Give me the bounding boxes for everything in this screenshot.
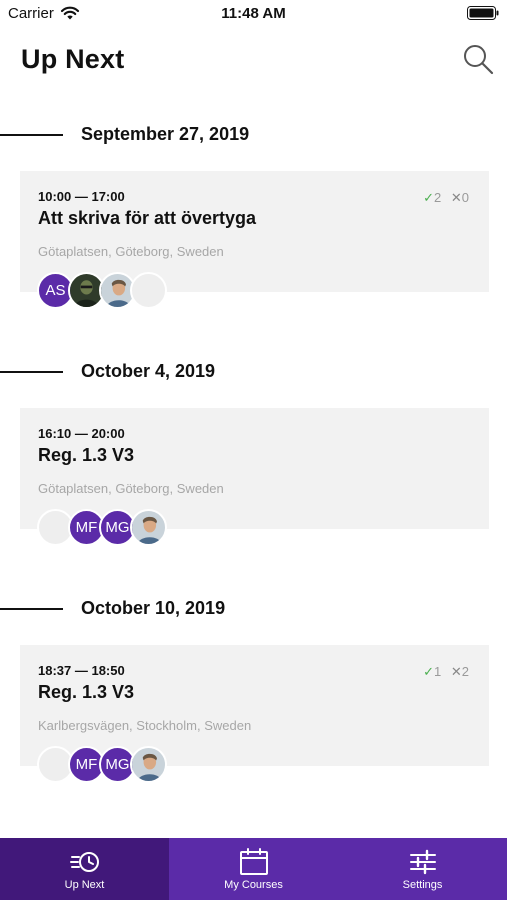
date-divider — [0, 134, 63, 136]
accepted-count: 2 — [434, 190, 442, 205]
declined-count: 0 — [461, 190, 469, 205]
tab-label: Settings — [402, 879, 443, 891]
declined-x-icon: ✕ — [450, 190, 462, 205]
person-photo-light — [132, 748, 165, 781]
status-time: 11:48 AM — [221, 5, 286, 22]
event-time: 16:10 — 20:00 — [38, 426, 125, 441]
date-header: October 10, 2019 — [0, 594, 507, 624]
sliders-icon — [409, 849, 436, 875]
date-label: October 4, 2019 — [81, 361, 216, 381]
date-header: September 27, 2019 — [0, 120, 507, 150]
history-icon — [69, 852, 99, 872]
avatar-placeholder — [130, 272, 167, 309]
declined-count: 2 — [461, 664, 469, 679]
date-header: October 4, 2019 — [0, 357, 507, 387]
person-photo-light — [132, 511, 165, 544]
event-time: 10:00 — 17:00 — [38, 189, 125, 204]
tab-label: Up Next — [64, 879, 105, 891]
event-location: Götaplatsen, Göteborg, Sweden — [38, 481, 224, 496]
event-title: Att skriva för att övertyga — [38, 208, 257, 228]
accepted-check-icon: ✓ — [423, 190, 434, 205]
search-icon[interactable] — [461, 42, 495, 76]
date-label: September 27, 2019 — [81, 124, 250, 144]
attendance-stats: ✓2 ✕0 — [423, 190, 469, 206]
tab-settings[interactable]: Settings — [338, 838, 507, 900]
event-title: Reg. 1.3 V3 — [38, 445, 135, 465]
date-divider — [0, 608, 63, 610]
avatar-photo — [130, 746, 167, 783]
attendee-list[interactable]: MF MG — [37, 746, 237, 784]
attendee-list[interactable]: MF MG — [37, 509, 237, 547]
event-location: Götaplatsen, Göteborg, Sweden — [38, 244, 224, 259]
header: Up Next — [0, 36, 507, 86]
attendee-list[interactable]: AS — [37, 272, 237, 310]
calendar-icon — [239, 848, 268, 875]
declined-x-icon: ✕ — [450, 664, 462, 679]
tab-bar: Up Next My Courses Settings — [0, 838, 507, 900]
tab-my-courses[interactable]: My Courses — [169, 838, 338, 900]
tab-label: My Courses — [224, 879, 283, 891]
accepted-check-icon: ✓ — [423, 664, 434, 679]
date-divider — [0, 371, 63, 373]
accepted-count: 1 — [434, 664, 442, 679]
tab-up-next[interactable]: Up Next — [0, 838, 169, 900]
date-label: October 10, 2019 — [81, 598, 226, 618]
event-title: Reg. 1.3 V3 — [38, 682, 135, 702]
avatar-photo — [130, 509, 167, 546]
status-bar: Carrier 11:48 AM — [0, 0, 507, 28]
attendance-stats: ✓1 ✕2 — [423, 664, 469, 680]
event-time: 18:37 — 18:50 — [38, 663, 125, 678]
event-location: Karlbergsvägen, Stockholm, Sweden — [38, 718, 252, 733]
page-title: Up Next — [21, 44, 125, 74]
battery-icon — [467, 6, 499, 20]
